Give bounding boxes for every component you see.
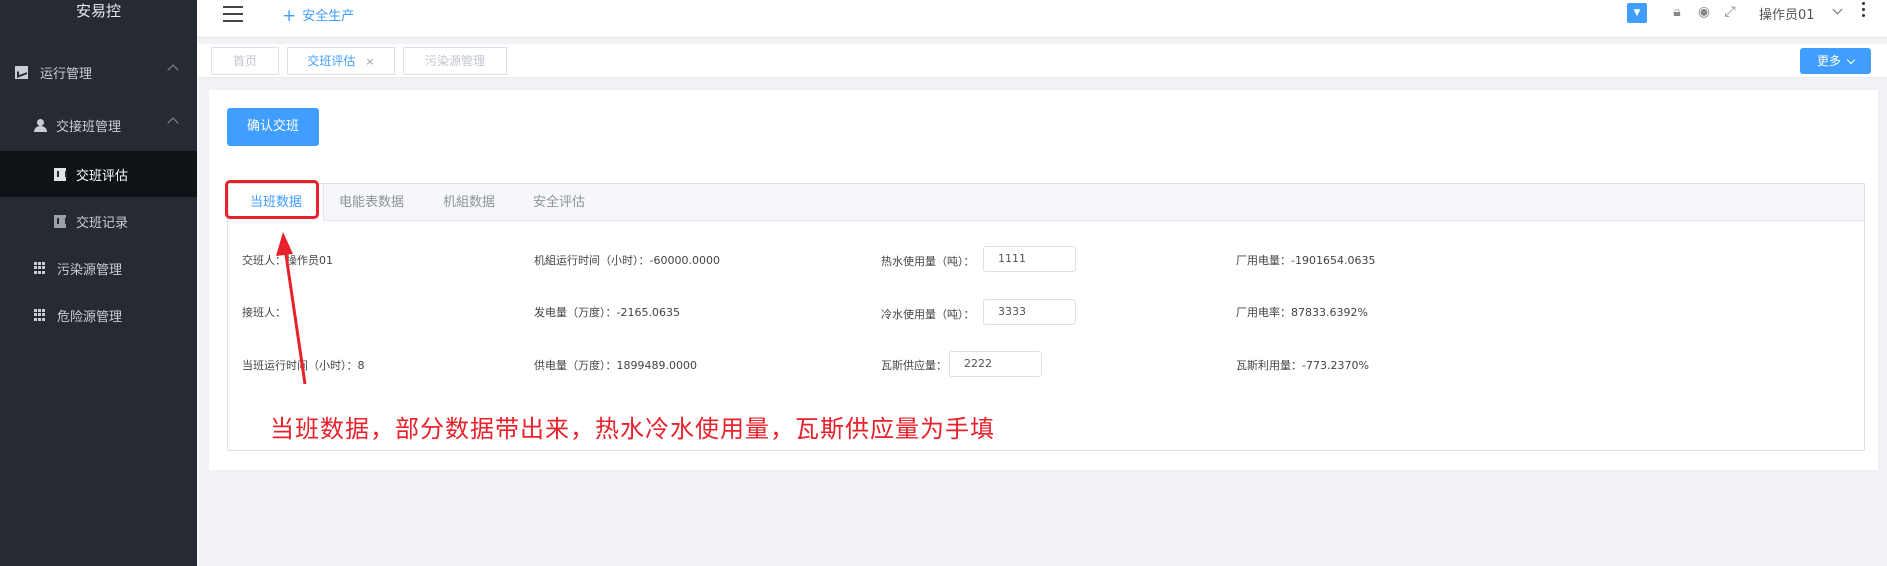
annotation-note: 当班数据，部分数据带出来，热水冷水使用量，瓦斯供应量为手填 <box>270 415 995 443</box>
chevron-down-icon[interactable] <box>1832 4 1843 15</box>
field-value: 操作员01 <box>286 254 333 267</box>
field-value: -2165.0635 <box>616 306 680 319</box>
sidebar-item-label: 交班评估 <box>76 168 129 184</box>
safety-production-link[interactable]: + 安全生产 <box>282 5 354 26</box>
dropdown-toggle-icon[interactable]: ▼ <box>1627 3 1647 23</box>
report-icon <box>54 214 67 228</box>
app-brand: 安易控 <box>75 2 121 20</box>
field-label: 发电量（万度）： <box>534 306 617 319</box>
chevron-up-icon <box>167 117 179 129</box>
user-icon <box>34 118 47 132</box>
supply-field: 供电量（万度）：1899489.0000 <box>534 357 697 373</box>
chart-icon <box>15 65 28 79</box>
receiver-field: 接班人： <box>242 304 286 320</box>
sidebar-item-hazard[interactable]: 危险源管理 <box>0 292 197 338</box>
chevron-up-icon <box>167 64 179 76</box>
gas-supply-input[interactable]: 2222 <box>949 351 1042 377</box>
tab-safety-evaluation[interactable]: 安全评估 <box>533 184 585 221</box>
more-vertical-icon[interactable] <box>1862 2 1866 20</box>
cold-water-input[interactable]: 3333 <box>983 299 1076 325</box>
plus-icon: + <box>282 6 297 26</box>
sidebar-item-label: 交接班管理 <box>56 119 122 135</box>
field-label: 当班运行时间（小时）： <box>242 359 358 372</box>
more-button[interactable]: 更多 <box>1800 48 1871 74</box>
sidebar-item-label: 运行管理 <box>40 66 93 82</box>
field-value: 1899489.0000 <box>616 359 697 372</box>
tag-shift-evaluation[interactable]: 交班评估 × <box>287 47 395 75</box>
field-label: 机組运行时间（小时）： <box>534 254 650 267</box>
fullscreen-icon[interactable]: ⤢ <box>1721 3 1739 21</box>
field-value: -60000.0000 <box>649 254 720 267</box>
tabs-header: 当班数据 电能表数据 机組数据 安全评估 <box>228 184 1864 222</box>
tag-label: 交班评估 <box>307 54 356 68</box>
tag-home[interactable]: 首页 <box>211 47 279 75</box>
eye-icon[interactable]: ◉ <box>1695 3 1713 21</box>
more-label: 更多 <box>1816 54 1841 68</box>
sidebar-item-shift-record[interactable]: 交班记录 <box>0 198 197 244</box>
tab-unit-data[interactable]: 机組数据 <box>443 184 495 221</box>
sidebar-item-label: 污染源管理 <box>57 262 123 278</box>
operator-name[interactable]: 操作员01 <box>1759 4 1815 23</box>
lock-icon[interactable]: 🔒︎ <box>1668 3 1686 21</box>
header-link-label: 安全生产 <box>302 9 355 24</box>
report-icon <box>54 167 67 181</box>
grid-icon <box>34 261 47 275</box>
sidebar-item-shift-management[interactable]: 交接班管理 <box>0 102 197 148</box>
hot-water-label: 热水使用量（吨）： <box>881 255 975 268</box>
menu-toggle-icon[interactable] <box>223 6 243 22</box>
field-label: 交班人： <box>242 254 286 267</box>
field-value: -773.2370% <box>1302 359 1369 372</box>
tag-bar: 首页 交班评估 × 污染源管理 更多 <box>197 44 1887 78</box>
plant-power-field: 厂用电量：-1901654.0635 <box>1236 252 1375 268</box>
top-header: + 安全生产 ▼ 🔒︎ ◉ ⤢ 操作员01 <box>197 0 1887 38</box>
field-label: 供电量（万度）： <box>534 359 617 372</box>
handover-field: 交班人：操作员01 <box>242 252 333 268</box>
shift-time-field: 当班运行时间（小时）：8 <box>242 357 365 373</box>
grid-icon <box>34 308 47 322</box>
field-label: 接班人： <box>242 306 286 319</box>
sidebar-item-operation[interactable]: 运行管理 <box>0 49 197 95</box>
field-value: 87833.6392% <box>1291 306 1368 319</box>
generation-field: 发电量（万度）：-2165.0635 <box>534 304 680 320</box>
field-label: 厂用电量： <box>1236 254 1291 267</box>
gas-supply-label: 瓦斯供应量： <box>881 359 947 372</box>
machine-time-field: 机組运行时间（小时）：-60000.0000 <box>534 252 720 268</box>
sidebar: 安易控 运行管理 交接班管理 交班评估 交班记录 污染源管理 危险源管理 <box>0 0 197 566</box>
field-label: 瓦斯利用量： <box>1236 359 1302 372</box>
annotation-highlight-box <box>225 180 319 219</box>
chevron-down-icon <box>1846 55 1856 65</box>
sidebar-item-label: 危险源管理 <box>57 309 123 325</box>
plant-power-rate-field: 厂用电率：87833.6392% <box>1236 304 1368 320</box>
close-icon[interactable]: × <box>365 55 374 68</box>
sidebar-item-pollution[interactable]: 污染源管理 <box>0 245 197 291</box>
sidebar-item-shift-evaluation[interactable]: 交班评估 <box>0 151 197 197</box>
field-value: -1901654.0635 <box>1291 254 1376 267</box>
cold-water-label: 冷水使用量（吨）： <box>881 308 975 321</box>
sidebar-item-label: 交班记录 <box>76 215 129 231</box>
tag-pollution[interactable]: 污染源管理 <box>403 47 507 75</box>
hot-water-input[interactable]: 1111 <box>983 246 1076 272</box>
field-value: 8 <box>357 359 365 372</box>
confirm-shift-button[interactable]: 确认交班 <box>227 108 319 146</box>
field-label: 厂用电率： <box>1236 306 1291 319</box>
gas-util-field: 瓦斯利用量：-773.2370% <box>1236 357 1369 373</box>
tab-meter-data[interactable]: 电能表数据 <box>339 184 404 221</box>
